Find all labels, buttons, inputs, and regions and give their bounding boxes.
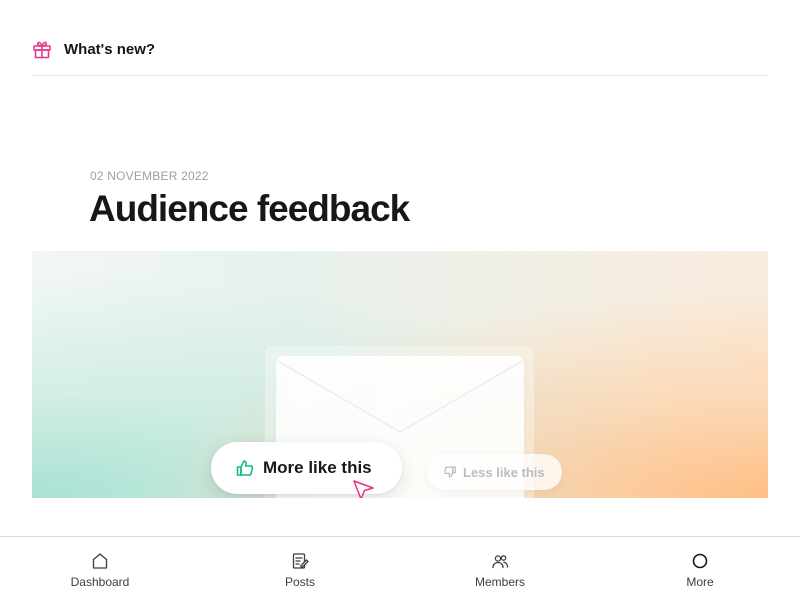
thumbs-up-icon <box>236 460 254 476</box>
feature-banner-image: More like this Less like this <box>32 251 768 498</box>
gift-icon <box>33 41 51 59</box>
tab-label: Dashboard <box>70 575 130 589</box>
article-title: Audience feedback <box>89 188 410 229</box>
article-date: 02 NOVEMBER 2022 <box>90 169 209 183</box>
less-like-this-label: Less like this <box>463 464 545 480</box>
tab-members[interactable]: Members <box>430 537 570 600</box>
whats-new-header: What's new? <box>32 24 768 76</box>
tab-label: More <box>686 575 714 589</box>
header-title: What's new? <box>64 41 156 58</box>
posts-icon <box>292 553 309 569</box>
tab-label: Members <box>474 575 525 589</box>
tab-dashboard[interactable]: Dashboard <box>30 537 170 600</box>
bottom-tab-bar: Dashboard Posts Members More <box>0 536 800 600</box>
envelope-flap <box>276 359 524 433</box>
circle-icon <box>692 553 708 569</box>
less-like-this-button[interactable]: Less like this <box>427 454 562 490</box>
cursor-pointer-icon <box>353 480 374 498</box>
tab-label: Posts <box>284 575 315 589</box>
home-icon <box>92 553 108 569</box>
members-icon <box>492 555 509 569</box>
tab-posts[interactable]: Posts <box>230 537 370 600</box>
more-like-this-label: More like this <box>263 458 372 477</box>
tab-more[interactable]: More <box>630 537 770 600</box>
thumbs-down-icon <box>444 466 456 478</box>
